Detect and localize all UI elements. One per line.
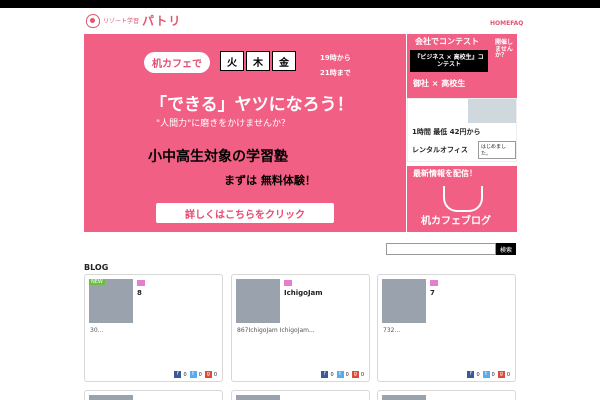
main-nav: HOME FAQ <box>490 20 523 27</box>
contest-banner[interactable]: 会社でコンテスト 『ビジネス × 高校生』コンテスト 開催しませんか？ 御社 ×… <box>407 34 517 98</box>
card-excerpt: 732... <box>383 327 401 334</box>
slider-headline: 「できる」ヤツになろう！ <box>150 95 354 115</box>
googleplus-count: 0 <box>360 371 364 378</box>
slider-subline: "人間力"に磨きをかけませんか？ <box>156 119 291 129</box>
slider-line3: 小中高生対象の学習塾 <box>148 149 288 165</box>
category-chip[interactable] <box>137 280 145 286</box>
twitter-count: 0 <box>198 371 202 378</box>
nav-home-link[interactable]: HOME <box>490 20 510 27</box>
blog-section-title: BLOG <box>84 263 109 272</box>
blog-card[interactable]: 7 732... f0 t0 g0 <box>377 274 516 382</box>
facebook-count: 0 <box>476 371 480 378</box>
office-banner-tag: はじめました。 <box>478 141 516 159</box>
twitter-icon[interactable]: t <box>189 371 197 378</box>
blog-card-partial[interactable] <box>231 390 370 400</box>
office-banner[interactable]: 1時間 最低 42円から はじめました。 レンタルオフィス <box>407 98 517 162</box>
twitter-count: 0 <box>345 371 349 378</box>
slider-cta-button[interactable]: 詳しくはこちらをクリック <box>156 203 334 223</box>
card-thumbnail[interactable] <box>89 395 133 400</box>
card-title[interactable]: 8 <box>137 289 142 297</box>
site-header: リゾート学習 パトリ HOME FAQ <box>0 8 600 34</box>
slider-time-start: 19時から <box>320 54 351 62</box>
slider-day: 火 <box>220 51 244 71</box>
share-counts: f0 t0 g0 <box>467 371 511 378</box>
share-counts: f0 t0 g0 <box>174 371 218 378</box>
hero-slider[interactable]: 机カフェで 火 木 金 19時から 21時まで 「できる」ヤツになろう！ "人間… <box>84 34 406 232</box>
contest-banner-bottom: 御社 × 高校生 <box>413 79 466 88</box>
blog-banner-title: 最新情報を配信！ <box>413 169 477 178</box>
googleplus-icon[interactable]: g <box>204 371 212 378</box>
twitter-icon[interactable]: t <box>336 371 344 378</box>
card-thumbnail[interactable] <box>382 279 426 323</box>
twitter-count: 0 <box>491 371 495 378</box>
facebook-count: 0 <box>330 371 334 378</box>
slider-time-end: 21時まで <box>320 69 351 77</box>
facebook-icon[interactable]: f <box>467 371 475 378</box>
card-title[interactable]: 7 <box>430 289 435 297</box>
category-chip[interactable] <box>430 280 438 286</box>
blog-card-partial[interactable] <box>377 390 516 400</box>
top-bar <box>0 0 600 8</box>
slider-line4: まずは 無料体験！ <box>224 174 316 187</box>
office-banner-price: 1時間 最低 42円から <box>412 128 481 136</box>
card-thumbnail[interactable]: NEW <box>89 279 133 323</box>
site-logo[interactable]: リゾート学習 パトリ <box>86 12 181 29</box>
blog-card[interactable]: IchigoJam 867IchigoJam IchigoJam... f0 t… <box>231 274 370 382</box>
blog-banner[interactable]: 最新情報を配信！ 机カフェブログ <box>407 166 517 232</box>
facebook-icon[interactable]: f <box>321 371 329 378</box>
twitter-icon[interactable]: t <box>482 371 490 378</box>
search-form: 検索 <box>386 243 516 255</box>
contest-banner-title: 会社でコンテスト <box>415 37 479 46</box>
logo-title: パトリ <box>142 14 182 28</box>
search-button[interactable]: 検索 <box>496 243 516 255</box>
card-thumbnail[interactable] <box>236 395 280 400</box>
slider-tag: 机カフェで <box>144 52 210 73</box>
card-title[interactable]: IchigoJam <box>284 289 323 297</box>
googleplus-count: 0 <box>213 371 217 378</box>
logo-subtitle: リゾート学習 <box>103 18 140 25</box>
facebook-count: 0 <box>183 371 187 378</box>
contest-banner-side: 開催しませんか？ <box>495 39 514 60</box>
logo-icon <box>86 13 100 28</box>
card-excerpt: 30... <box>90 327 104 334</box>
office-photo <box>468 99 516 123</box>
blog-card[interactable]: NEW 8 30... f0 t0 g0 <box>84 274 223 382</box>
card-thumbnail[interactable] <box>236 279 280 323</box>
cup-icon <box>443 186 483 212</box>
nav-faq-link[interactable]: FAQ <box>510 20 523 27</box>
search-input[interactable] <box>386 243 496 255</box>
card-excerpt: 867IchigoJam IchigoJam... <box>237 327 315 334</box>
category-chip[interactable] <box>284 280 292 286</box>
contest-banner-box: 『ビジネス × 高校生』コンテスト <box>410 50 488 72</box>
blog-banner-name: 机カフェブログ <box>421 216 491 227</box>
slider-day: 木 <box>246 51 270 71</box>
slider-days: 火 木 金 <box>220 51 296 71</box>
googleplus-count: 0 <box>506 371 510 378</box>
office-banner-title: レンタルオフィス <box>412 146 468 154</box>
slider-day: 金 <box>272 51 296 71</box>
googleplus-icon[interactable]: g <box>497 371 505 378</box>
blog-card-partial[interactable] <box>84 390 223 400</box>
card-thumbnail[interactable] <box>382 395 426 400</box>
googleplus-icon[interactable]: g <box>351 371 359 378</box>
facebook-icon[interactable]: f <box>174 371 182 378</box>
new-badge: NEW <box>89 279 105 285</box>
share-counts: f0 t0 g0 <box>321 371 365 378</box>
